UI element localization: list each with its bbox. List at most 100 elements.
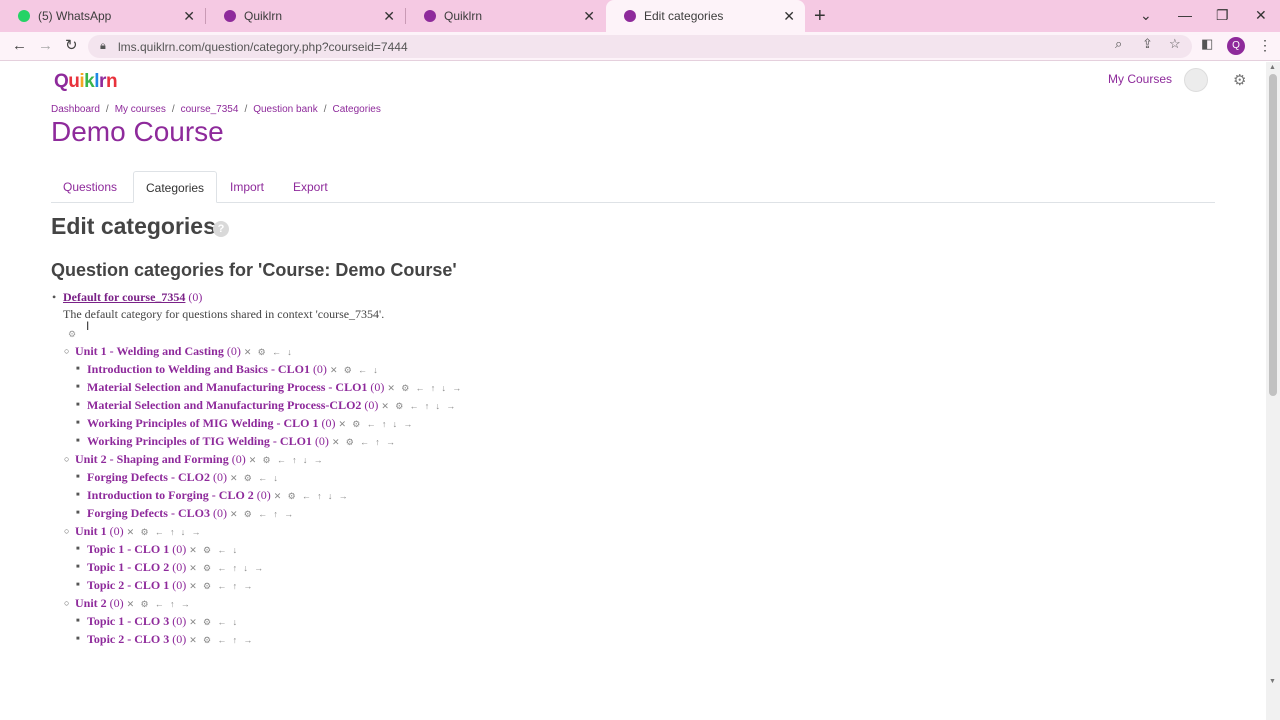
tab-title: (5) WhatsApp (38, 9, 112, 23)
browser-profile-avatar[interactable]: Q (1227, 37, 1245, 55)
reload-icon[interactable]: ↻ (65, 37, 78, 55)
category-action-icons[interactable]: ✕ ⚙ ← ↑ ↓ → (127, 527, 203, 537)
category-link[interactable]: Topic 1 - CLO 2 (87, 560, 169, 574)
category-link[interactable]: Forging Defects - CLO2 (87, 470, 210, 484)
breadcrumb-dashboard[interactable]: Dashboard (51, 104, 100, 115)
my-courses-link[interactable]: My Courses (1108, 72, 1172, 86)
close-tab-icon[interactable]: ✕ (583, 9, 595, 23)
category-item-level-2: ■ Material Selection and Manufacturing Pr… (76, 398, 457, 413)
minimize-icon[interactable]: — (1178, 7, 1192, 23)
bookmark-star-icon[interactable]: ☆ (1169, 36, 1181, 52)
category-action-icons[interactable]: ✕ ⚙ ← ↓ (244, 347, 294, 357)
address-bar[interactable]: 🔒︎ lms.quiklrn.com/question/category.php… (88, 35, 1192, 58)
category-action-icons[interactable]: ✕ ⚙ ← ↑ ↓ → (274, 491, 350, 501)
user-avatar[interactable] (1184, 68, 1208, 92)
browser-tab-quiklrn-2[interactable]: Quiklrn ✕ (406, 0, 605, 32)
tab-categories[interactable]: Categories (133, 171, 218, 203)
category-count: (0) (312, 362, 327, 376)
category-link[interactable]: Unit 2 - Shaping and Forming (75, 452, 229, 466)
list-bullet: ■ (76, 636, 80, 642)
category-action-icons[interactable]: ✕ ⚙ ← ↑ ↓ → (338, 419, 414, 429)
category-action-icons[interactable]: ✕ ⚙ ← ↑ ↓ → (189, 563, 265, 573)
category-link[interactable]: Topic 1 - CLO 1 (87, 542, 169, 556)
category-link[interactable]: Material Selection and Manufacturing Pro… (87, 398, 361, 412)
category-item-level-2: ■ Introduction to Forging - CLO 2 (0) ✕ ⚙ … (76, 488, 350, 503)
restore-icon[interactable]: ❐ (1216, 7, 1229, 24)
scrollbar-thumb[interactable] (1269, 74, 1277, 396)
help-icon[interactable]: ? (213, 221, 229, 237)
category-action-icons[interactable]: ✕ ⚙ ← ↓ (230, 473, 280, 483)
category-count: (0) (212, 506, 227, 520)
tab-title: Edit categories (644, 9, 724, 23)
new-tab-plus-icon[interactable]: + (814, 6, 826, 26)
category-action-icons[interactable]: ✕ ⚙ ← ↑ → (189, 581, 254, 591)
breadcrumb-categories[interactable]: Categories (333, 104, 381, 115)
category-action-icons[interactable]: ✕ ⚙ ← ↑ → (189, 635, 254, 645)
close-tab-icon[interactable]: ✕ (183, 9, 195, 23)
scroll-down-icon[interactable]: ▼ (1269, 678, 1276, 685)
tab-questions[interactable]: Questions (51, 171, 129, 203)
breadcrumb-course[interactable]: course_7354 (181, 104, 239, 115)
close-window-icon[interactable]: ✕ (1255, 7, 1267, 24)
list-bullet: ■ (76, 564, 80, 570)
browser-tab-quiklrn-1[interactable]: Quiklrn ✕ (206, 0, 405, 32)
page-content: Quiklrn My Courses ⚙ Dashboard / My cours… (0, 62, 1266, 720)
breadcrumb-question-bank[interactable]: Question bank (253, 104, 318, 115)
forward-arrow-icon[interactable]: → (38, 37, 53, 55)
quiklrn-logo[interactable]: Quiklrn (54, 71, 118, 93)
category-description: The default category for questions share… (63, 307, 385, 321)
close-tab-icon[interactable]: ✕ (383, 9, 395, 23)
browser-tab-whatsapp[interactable]: (5) WhatsApp ✕ (0, 0, 205, 32)
category-link[interactable]: Unit 1 (75, 524, 107, 538)
category-item-level-1: ○ Unit 2 - Shaping and Forming (0) ✕ ⚙ ← ↑… (64, 452, 325, 467)
top-category-link[interactable]: Default for course_7354 (63, 290, 185, 304)
category-item-level-1: ○ Unit 1 (0) ✕ ⚙ ← ↑ ↓ → (64, 524, 203, 539)
browser-tab-edit-categories[interactable]: Edit categories ✕ (606, 0, 805, 32)
subsection-title: Question categories for 'Course: Demo Co… (51, 260, 457, 280)
category-link[interactable]: Topic 2 - CLO 1 (87, 578, 169, 592)
category-action-icons[interactable]: ✕ ⚙ ← ↑ → (230, 509, 295, 519)
category-action-icons[interactable]: ✕ ⚙ ← ↑ → (332, 437, 397, 447)
category-link[interactable]: Topic 2 - CLO 3 (87, 632, 169, 646)
page-scrollbar[interactable]: ▲ ▼ (1266, 62, 1280, 720)
category-link[interactable]: Forging Defects - CLO3 (87, 506, 210, 520)
share-icon[interactable]: ⇪ (1142, 36, 1153, 52)
category-action-icons[interactable]: ✕ ⚙ ← ↓ (330, 365, 380, 375)
category-link[interactable]: Introduction to Welding and Basics - CLO… (87, 362, 310, 376)
category-count: (0) (370, 380, 385, 394)
category-action-icons[interactable]: ✕ ⚙ ← ↓ (189, 617, 239, 627)
browser-menu-icon[interactable]: ⋮ (1258, 37, 1272, 54)
tab-import[interactable]: Import (218, 171, 276, 203)
side-panel-icon[interactable]: ◧ (1201, 36, 1213, 52)
category-link[interactable]: Working Principles of MIG Welding - CLO … (87, 416, 318, 430)
settings-gear-icon[interactable]: ⚙ (1233, 71, 1246, 89)
category-count: (0) (364, 398, 379, 412)
browser-tab-bar: (5) WhatsApp ✕ Quiklrn ✕ Quiklrn ✕ Edit … (0, 0, 1280, 32)
category-item-level-2: ■ Material Selection and Manufacturing Pr… (76, 380, 463, 395)
tab-export[interactable]: Export (281, 171, 340, 203)
category-item-level-2: ■ Working Principles of TIG Welding - CLO… (76, 434, 397, 449)
category-link[interactable]: Topic 1 - CLO 3 (87, 614, 169, 628)
category-action-icons[interactable]: ✕ ⚙ ← ↑ ↓ → (249, 455, 325, 465)
back-arrow-icon[interactable]: ← (12, 37, 27, 55)
tab-search-chevron-icon[interactable]: ⌄ (1140, 7, 1152, 24)
list-bullet: ■ (76, 492, 80, 498)
category-link[interactable]: Unit 2 (75, 596, 107, 610)
lock-icon[interactable]: 🔒︎ (100, 40, 106, 53)
zoom-search-icon[interactable]: ⌕ (1115, 36, 1122, 52)
url-text[interactable]: lms.quiklrn.com/question/category.php?co… (118, 40, 408, 54)
category-action-icons[interactable]: ✕ ⚙ ← ↑ → (127, 599, 192, 609)
close-tab-icon[interactable]: ✕ (783, 9, 795, 23)
breadcrumb-my-courses[interactable]: My courses (115, 104, 166, 115)
category-action-icons[interactable]: ✕ ⚙ ← ↑ ↓ → (387, 383, 463, 393)
category-action-icons[interactable]: ✕ ⚙ ← ↓ (189, 545, 239, 555)
category-action-icons[interactable]: ✕ ⚙ ← ↑ ↓ → (381, 401, 457, 411)
category-link[interactable]: Material Selection and Manufacturing Pro… (87, 380, 367, 394)
text-cursor-icon: I (86, 319, 90, 333)
edit-gear-icon[interactable]: ⚙ (68, 329, 76, 340)
scroll-up-icon[interactable]: ▲ (1269, 64, 1276, 71)
category-count: (0) (226, 344, 241, 358)
category-link[interactable]: Unit 1 - Welding and Casting (75, 344, 224, 358)
category-link[interactable]: Working Principles of TIG Welding - CLO1 (87, 434, 312, 448)
category-link[interactable]: Introduction to Forging - CLO 2 (87, 488, 254, 502)
